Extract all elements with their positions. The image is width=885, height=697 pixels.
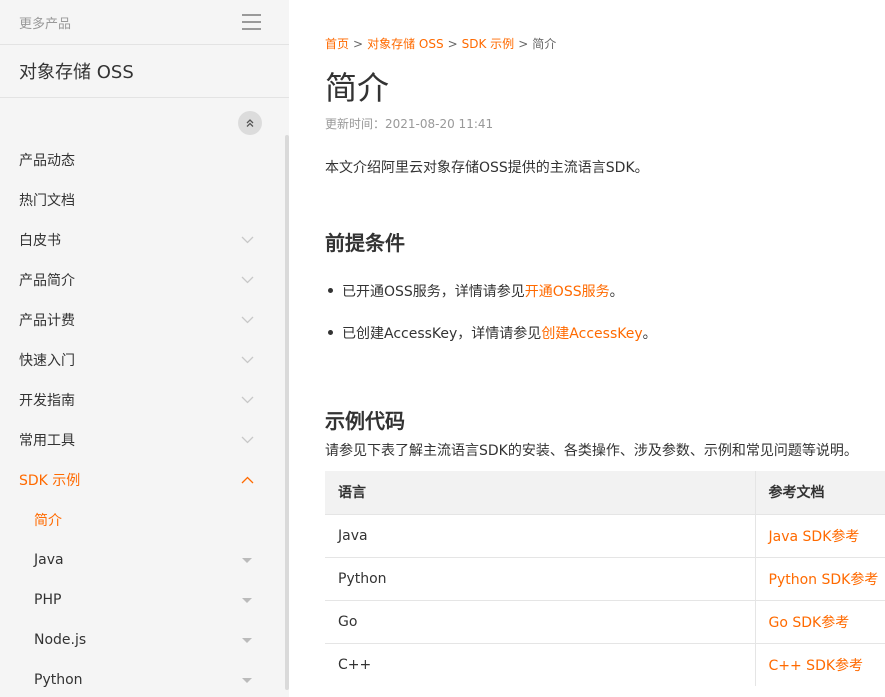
chevron-up-icon — [241, 476, 254, 484]
update-time: 更新时间：2021-08-20 11:41 — [325, 117, 494, 131]
sdk-reference-link[interactable]: Python SDK参考 — [754, 556, 885, 600]
sidebar-item-label: 热门文档 — [19, 193, 75, 209]
main-content: 首页 > 对象存储 OSS > SDK 示例 > 简介 简介 更新时间：2021-08-20… — [289, 0, 885, 697]
prereq-text: 已开通OSS服务，详情请参见 — [342, 284, 525, 300]
sidebar-item-label: 产品动态 — [19, 153, 75, 169]
chevron-down-icon — [241, 276, 254, 284]
sidebar-item-label: 开发指南 — [19, 393, 75, 409]
prereq-text: 已创建AccessKey，详情请参见 — [342, 326, 542, 342]
language-cell: Go — [325, 599, 755, 643]
breadcrumb-separator: > — [353, 37, 364, 51]
prereq-item: 已创建AccessKey，详情请参见创建AccessKey。 — [325, 323, 657, 365]
chevron-down-icon — [241, 396, 254, 404]
sidebar-item-label: PHP — [34, 592, 62, 608]
sidebar-item-label: Java — [34, 552, 64, 568]
more-products-label: 更多产品 — [19, 16, 72, 32]
sidebar-item[interactable]: 产品简介 — [0, 260, 289, 300]
table-row: Python Python SDK参考 — [325, 556, 885, 600]
sidebar-item[interactable]: 产品动态 — [0, 140, 289, 180]
table-row: C++ C++ SDK参考 — [325, 642, 885, 686]
breadcrumb-separator: > — [447, 37, 458, 51]
sidebar-item[interactable]: 常用工具 — [0, 420, 289, 460]
intro-text: 本文介绍阿里云对象存储OSS提供的主流语言SDK。 — [325, 160, 649, 176]
prereq-list: 已开通OSS服务，详情请参见开通OSS服务。 已创建AccessKey，详情请参… — [325, 281, 657, 365]
caret-down-icon — [242, 637, 252, 643]
more-products-bar: 更多产品 — [0, 0, 289, 45]
sdk-reference-link[interactable]: Java SDK参考 — [754, 513, 885, 557]
language-cell: C++ — [325, 642, 755, 686]
breadcrumb-home[interactable]: 首页 — [325, 37, 349, 51]
language-cell: Python — [325, 556, 755, 600]
breadcrumb: 首页 > 对象存储 OSS > SDK 示例 > 简介 — [325, 35, 556, 52]
collapse-all-button[interactable] — [238, 111, 262, 135]
enable-oss-link[interactable]: 开通OSS服务 — [525, 284, 610, 300]
sidebar-item-label: 常用工具 — [19, 433, 75, 449]
breadcrumb-separator: > — [518, 37, 529, 51]
sdk-table: 语言 参考文档 Java Java SDK参考 Python Python SDK参考… — [325, 471, 885, 686]
caret-down-icon — [242, 557, 252, 563]
menu-icon[interactable] — [242, 14, 261, 30]
sidebar-item[interactable]: 白皮书 — [0, 220, 289, 260]
sidebar-item-label: SDK 示例 — [19, 473, 81, 489]
product-title[interactable]: 对象存储 OSS — [0, 45, 289, 98]
prereq-item: 已开通OSS服务，详情请参见开通OSS服务。 — [325, 281, 657, 323]
create-accesskey-link[interactable]: 创建AccessKey — [541, 326, 642, 342]
caret-down-icon — [242, 597, 252, 603]
page-title: 简介 — [325, 69, 390, 107]
column-header-language: 语言 — [325, 471, 755, 514]
breadcrumb-oss[interactable]: 对象存储 OSS — [367, 37, 444, 51]
sidebar-item[interactable]: 产品计费 — [0, 300, 289, 340]
chevron-down-icon — [241, 356, 254, 364]
sidebar-item-label: Python — [34, 672, 83, 688]
chevron-down-icon — [241, 436, 254, 444]
sidebar-item[interactable]: 开发指南 — [0, 380, 289, 420]
sidebar-item[interactable]: 快速入门 — [0, 340, 289, 380]
example-description: 请参见下表了解主流语言SDK的安装、各类操作、涉及参数、示例和常见问题等说明。 — [325, 443, 858, 459]
example-heading: 示例代码 — [325, 409, 405, 433]
sidebar-item[interactable]: 热门文档 — [0, 180, 289, 220]
sidebar-item[interactable]: Node.js — [0, 620, 289, 660]
sidebar-item[interactable]: 简介 — [0, 500, 289, 540]
prereq-suffix: 。 — [609, 284, 624, 300]
collapse-row — [0, 98, 289, 140]
sidebar-item-label: 产品计费 — [19, 313, 75, 329]
sidebar-nav: 产品动态热门文档白皮书产品简介产品计费快速入门开发指南常用工具 SDK 示例 简介 J… — [0, 140, 289, 697]
sidebar-item-label: 快速入门 — [19, 353, 75, 369]
prereq-suffix: 。 — [642, 326, 657, 342]
table-body: Java Java SDK参考 Python Python SDK参考 Go Go SDK… — [325, 513, 885, 686]
breadcrumb-sdk[interactable]: SDK 示例 — [462, 37, 515, 51]
sidebar-item[interactable]: SDK 示例 — [0, 460, 289, 500]
sidebar-item-label: 简介 — [34, 513, 62, 529]
breadcrumb-current: 简介 — [532, 37, 557, 51]
sidebar-item[interactable]: PHP — [0, 580, 289, 620]
double-chevron-up-icon — [246, 119, 254, 127]
table-row: Java Java SDK参考 — [325, 513, 885, 557]
sdk-reference-link[interactable]: C++ SDK参考 — [754, 642, 885, 686]
table-header-row: 语言 参考文档 — [325, 471, 885, 514]
chevron-down-icon — [241, 236, 254, 244]
sidebar: 更多产品 对象存储 OSS 产品动态热门文档白皮书产品简介产品计费快速入门开发指… — [0, 0, 289, 697]
sidebar-item-label: 产品简介 — [19, 273, 75, 289]
sidebar-item[interactable]: Java — [0, 540, 289, 580]
sdk-reference-link[interactable]: Go SDK参考 — [754, 599, 885, 643]
sidebar-item-label: Node.js — [34, 632, 87, 648]
prereq-heading: 前提条件 — [325, 231, 405, 255]
table-row: Go Go SDK参考 — [325, 599, 885, 643]
language-cell: Java — [325, 513, 755, 557]
sidebar-item-label: 白皮书 — [19, 233, 61, 249]
caret-down-icon — [242, 677, 252, 683]
chevron-down-icon — [241, 316, 254, 324]
column-header-reference: 参考文档 — [754, 471, 885, 514]
sidebar-item[interactable]: Python — [0, 660, 289, 697]
